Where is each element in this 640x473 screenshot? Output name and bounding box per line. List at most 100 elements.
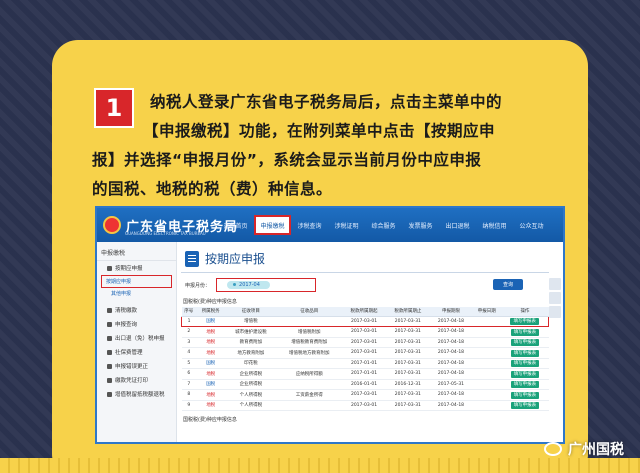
table-cell: 填写申报表 <box>501 400 549 411</box>
fill-declaration-button[interactable]: 填写申报表 <box>510 339 540 347</box>
nav-item-services[interactable]: 综合服务 <box>365 208 402 242</box>
table-cell: 增值税教育费附加 <box>276 337 343 348</box>
table-cell: 2017-04-18 <box>429 347 473 359</box>
table-cell: 增值税地方教育附加 <box>276 347 343 359</box>
nav-item-home[interactable]: 办税首页 <box>217 208 254 242</box>
sidebar-item-label: 社保费管理 <box>115 350 143 356</box>
instruction-line: 纳税人登录广东省电子税务局后，点击主菜单中的 <box>150 93 503 111</box>
table-header-cell: 所属税务 <box>196 307 226 317</box>
sidebar-item-query[interactable]: 申报查询 <box>97 317 176 331</box>
fill-declaration-button[interactable]: 填写申报表 <box>510 391 540 399</box>
sidebar-item-export[interactable]: 出口退（免）税申报 <box>97 331 176 345</box>
nav-item-interaction[interactable]: 公众互动 <box>513 208 550 242</box>
month-select[interactable]: 2017-04 <box>216 278 317 292</box>
sidebar-item-label: 出口退（免）税申报 <box>115 336 165 342</box>
sidebar-item-vat-refund[interactable]: 增值税留抵税额退税 <box>97 387 176 401</box>
table-cell: 2017-04-18 <box>429 400 473 411</box>
table-cell: 个人所得税 <box>225 389 277 401</box>
tax-emblem-icon <box>103 216 121 234</box>
table-cell: 2017-03-31 <box>385 400 430 411</box>
table-row: 2 地税 城市维护建设税 增值税附加 2017-03-01 2017-03-31 2017-… <box>181 326 549 338</box>
sidebar-sub-other[interactable]: 其他申报 <box>97 288 176 299</box>
sidebar-item-periodic[interactable]: 按期应申报 <box>97 261 176 275</box>
fill-declaration-button[interactable]: 填写申报表 <box>510 360 540 368</box>
sidebar-item-correction[interactable]: 申报错误更正 <box>97 359 176 373</box>
nav-item-export-refund[interactable]: 出口退税 <box>439 208 476 242</box>
month-filter-label: 申报月份： <box>185 282 211 289</box>
divider <box>181 272 549 273</box>
table-cell: 2017-04-18 <box>429 389 473 401</box>
declaration-table: 序号 所属税务 征收项目 征收品目 税款所属期起 税款所属期止 申报期限 申报日期 操作 1 国税… <box>181 307 550 411</box>
table-header-cell: 序号 <box>181 307 197 317</box>
fill-declaration-button[interactable]: 填写申报表 <box>510 381 540 389</box>
edit-icon <box>107 363 112 369</box>
month-value: 2017-04 <box>227 281 270 289</box>
table-cell: 个人所得税 <box>225 400 277 411</box>
help-icon[interactable] <box>549 292 561 304</box>
main-content: 按期应申报 申报月份： 2017-04 查询 国税税(费)种应申报信息 序号 所属… <box>181 242 550 442</box>
fill-declaration-button[interactable]: 填写申报表 <box>510 402 540 410</box>
receipt-icon <box>107 391 112 397</box>
sidebar-item-label: 清税缴款 <box>115 308 138 314</box>
sidebar-sub-periodic[interactable]: 按期应申报 <box>101 275 172 288</box>
tax-portal-screenshot: 广东省电子税务局 GUANGDONG ELECTRONIC TAX BUREAU… <box>95 206 565 444</box>
table-cell: 2017-05-31 <box>429 379 473 390</box>
sidebar-item-label: 缴款凭证打印 <box>115 378 149 384</box>
table-cell: 地税 <box>196 347 226 359</box>
nav-item-invoice[interactable]: 发票服务 <box>402 208 439 242</box>
query-button[interactable]: 查询 <box>492 279 523 290</box>
section-title: 国税税(费)种应申报信息 <box>183 299 237 305</box>
portal-header: 广东省电子税务局 GUANGDONG ELECTRONIC TAX BUREAU… <box>97 208 563 242</box>
table-cell: 工资薪金所得 <box>276 389 343 401</box>
fill-declaration-button[interactable]: 填写申报表 <box>510 328 540 336</box>
nav-item-certificate[interactable]: 涉税证明 <box>328 208 365 242</box>
table-cell: 2017-03-01 <box>342 337 386 348</box>
table-cell: 2017-03-31 <box>385 337 430 348</box>
table-cell: 2017-03-31 <box>385 315 430 327</box>
instruction-line: 的国税、地税的税（费）种信息。 <box>92 180 333 198</box>
table-cell: 城市维护建设税 <box>225 326 277 338</box>
table-cell: 填写申报表 <box>501 337 549 348</box>
table-cell: 填写申报表 <box>501 326 549 338</box>
table-cell: 企业所得税 <box>225 368 277 380</box>
table-cell: 2017-01-01 <box>342 368 386 380</box>
table-cell: 2017-03-31 <box>385 389 430 401</box>
table-cell: 增值税 <box>225 315 277 327</box>
sidebar-item-payment[interactable]: 清税缴款 <box>97 303 176 317</box>
nav-item-credit[interactable]: 纳税信用 <box>476 208 513 242</box>
sidebar-item-print[interactable]: 缴款凭证打印 <box>97 373 176 387</box>
share-icon[interactable] <box>549 278 561 290</box>
table-cell: 2 <box>181 326 197 338</box>
section-title-2: 国税税(费)种应申报信息 <box>183 417 237 423</box>
table-cell: 2017-04-18 <box>429 368 473 380</box>
fill-declaration-button[interactable]: 填写申报表 <box>510 370 540 378</box>
fill-declaration-button[interactable]: 填写申报表 <box>510 349 540 357</box>
table-cell: 2017-03-31 <box>385 368 430 380</box>
table-cell: 印花税 <box>225 358 277 369</box>
page-title-text: 按期应申报 <box>205 252 266 266</box>
table-cell: 9 <box>181 400 197 411</box>
top-icon[interactable] <box>549 306 561 318</box>
table-row: 5 国税 印花税 2017-01-01 2017-03-31 2017-04-18 填写申报… <box>181 358 549 369</box>
table-cell: 2017-04-18 <box>429 315 473 327</box>
instruction-line: 【申报缴税】功能，在附列菜单中点击【按期应申 <box>143 122 496 140</box>
table-cell: 地税 <box>196 326 226 338</box>
table-cell: 地税 <box>196 389 226 401</box>
fill-declaration-button[interactable]: 填写申报表 <box>510 318 539 326</box>
sidebar-item-social[interactable]: 社保费管理 <box>97 345 176 359</box>
table-cell: 企业所得税 <box>225 379 277 390</box>
table-cell <box>472 337 502 348</box>
table-cell: 地税 <box>196 337 226 348</box>
table-cell: 3 <box>181 337 197 348</box>
sidebar-item-label: 申报错误更正 <box>115 364 149 370</box>
nav-item-declare-pay[interactable]: 申报缴税 <box>254 215 291 235</box>
table-cell <box>472 379 502 390</box>
folder-icon <box>107 265 112 271</box>
money-icon <box>107 307 112 313</box>
sidebar-item-label: 申报查询 <box>115 322 138 328</box>
table-cell: 2017-03-31 <box>385 347 430 359</box>
table-cell: 地方教育附加 <box>225 347 277 359</box>
nav-item-query[interactable]: 涉税查询 <box>291 208 328 242</box>
table-cell <box>276 315 343 327</box>
table-cell: 2017-03-01 <box>342 315 386 327</box>
